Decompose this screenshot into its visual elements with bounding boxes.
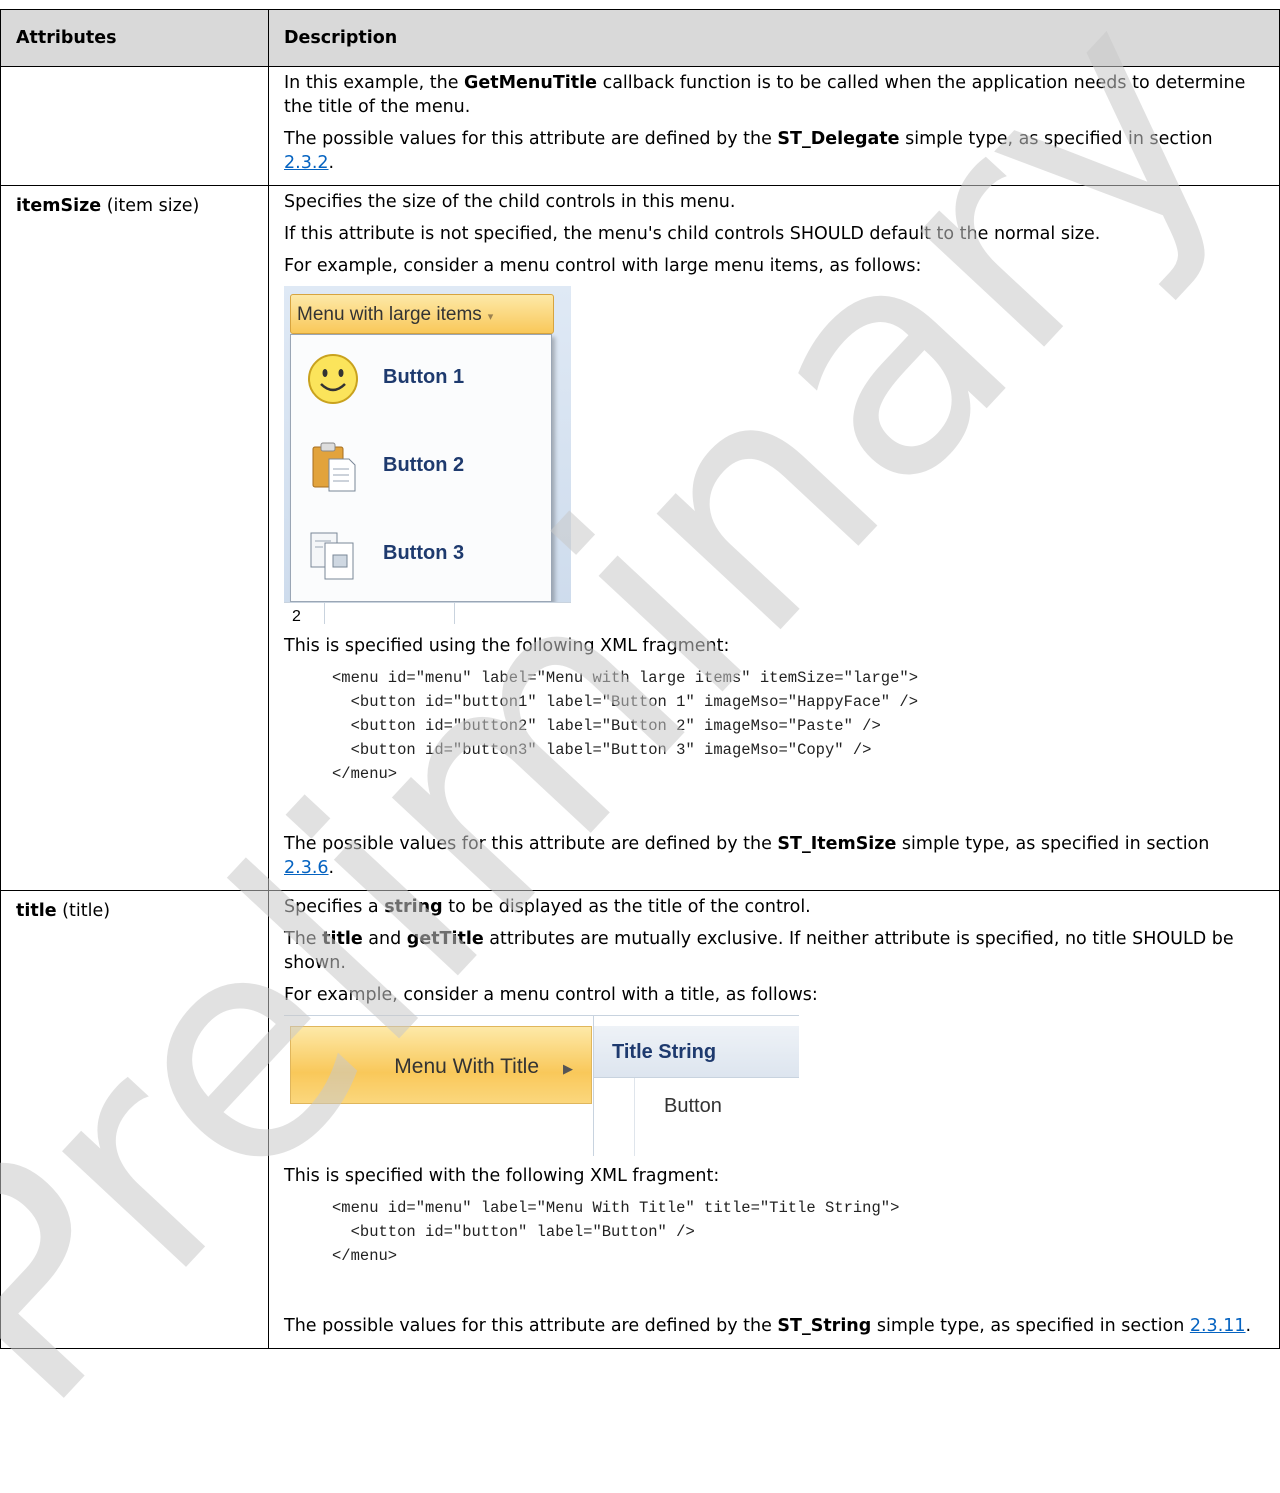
xml-code-block: <menu id="menu" label="Menu with large i…	[332, 669, 918, 783]
paragraph: The possible values for this attribute a…	[284, 129, 1213, 173]
menu-item-label: Button 2	[383, 454, 465, 476]
menu-item: Button 1	[291, 335, 551, 423]
paragraph: Specifies a string to be displayed as th…	[284, 897, 811, 917]
paragraph: This is specified using the following XM…	[284, 636, 730, 656]
desc-cell: In this example, the GetMenuTitle callba…	[268, 66, 1280, 186]
spreadsheet-strip: 2	[284, 602, 571, 624]
section-link[interactable]: 2.3.6	[284, 858, 329, 878]
dropdown-arrow-icon: ▾	[487, 311, 494, 323]
menu-title-bar: Title String	[594, 1026, 799, 1078]
paragraph: The title and getTitle attributes are mu…	[284, 929, 1234, 973]
section-link[interactable]: 2.3.11	[1190, 1316, 1246, 1336]
table-row: title (title) Specifies a string to be d…	[0, 890, 1280, 1349]
paragraph: The possible values for this attribute a…	[284, 1316, 1252, 1336]
xml-code-block: <menu id="menu" label="Menu With Title" …	[332, 1199, 900, 1265]
attr-name: title	[16, 901, 57, 921]
paragraph: The possible values for this attribute a…	[284, 834, 1210, 878]
attributes-table: Attributes Description In this example, …	[0, 9, 1280, 1349]
attr-name: itemSize	[16, 196, 102, 216]
menu-item-label: Button 3	[383, 542, 465, 564]
paragraph: If this attribute is not specified, the …	[284, 224, 1101, 244]
paragraph: For example, consider a menu control wit…	[284, 256, 922, 276]
menu-button: Menu with large items ▾	[290, 294, 554, 334]
menu-with-title-screenshot: Menu With Title ▶ Title String Button	[284, 1015, 799, 1156]
large-items-menu-screenshot: Menu with large items ▾ Button 1 Button …	[284, 286, 571, 624]
submenu-button-label: Button	[664, 1095, 722, 1117]
table-row: itemSize (item size) Specifies the size …	[0, 185, 1280, 891]
desc-cell: Specifies a string to be displayed as th…	[268, 890, 1280, 1349]
menu-item: Button 3	[291, 511, 551, 599]
table-header-row: Attributes Description	[0, 9, 1280, 67]
happy-face-icon	[308, 354, 358, 404]
attr-cell: itemSize (item size)	[0, 185, 269, 891]
attr-cell-empty	[0, 66, 269, 186]
header-attributes: Attributes	[0, 9, 269, 67]
paragraph: This is specified with the following XML…	[284, 1166, 720, 1186]
menu-button: Menu With Title ▶	[290, 1026, 592, 1104]
paragraph: For example, consider a menu control wit…	[284, 985, 818, 1005]
table-row: In this example, the GetMenuTitle callba…	[0, 66, 1280, 186]
copy-icon	[310, 532, 354, 580]
attr-cell: title (title)	[0, 890, 269, 1349]
paragraph: Specifies the size of the child controls…	[284, 192, 736, 212]
menu-panel: Menu With Title ▶	[284, 1016, 594, 1156]
desc-cell: Specifies the size of the child controls…	[268, 185, 1280, 891]
submenu-arrow-icon: ▶	[563, 1061, 573, 1076]
menu-item: Button 2	[291, 423, 551, 511]
header-description: Description	[268, 9, 1280, 67]
paragraph: In this example, the GetMenuTitle callba…	[284, 73, 1246, 117]
menu-item-label: Button 1	[383, 366, 465, 388]
menu-dropdown: Button 1 Button 2 Button 3	[290, 334, 552, 602]
section-link[interactable]: 2.3.2	[284, 153, 329, 173]
paste-icon	[312, 442, 356, 492]
